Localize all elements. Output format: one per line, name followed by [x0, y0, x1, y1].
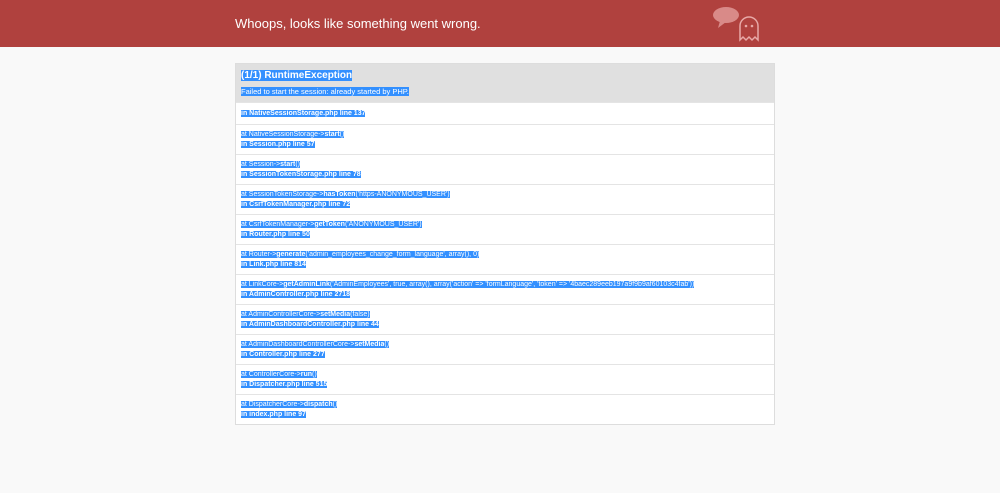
exception-title: (1/1) RuntimeException — [241, 70, 353, 81]
trace-method: hasToken — [323, 191, 356, 198]
trace-method: run — [300, 371, 313, 378]
trace-row: at NativeSessionStorage->start() in Sessi… — [236, 124, 774, 154]
exception-panel: (1/1) RuntimeException Failed to start t… — [235, 63, 775, 425]
trace-args: () — [312, 371, 317, 378]
trace-method: generate — [276, 251, 306, 258]
trace-args: (false) — [350, 311, 370, 318]
trace-class: at DispatcherCore — [241, 401, 298, 408]
error-header: Whoops, looks like something went wrong. — [0, 0, 1000, 47]
trace-row: at AdminControllerCore->setMedia(false) i… — [236, 304, 774, 334]
trace-args: () — [384, 341, 390, 348]
trace-method: start — [324, 131, 340, 138]
trace-args: () — [332, 401, 338, 408]
trace-class: at SessionTokenStorage — [241, 191, 317, 198]
trace-method: getToken — [314, 221, 345, 228]
trace-class: at ControllerCore — [241, 371, 295, 378]
trace-args: ('https-ANONYMOUS_USER') — [355, 191, 450, 198]
trace-class: at AdminDashboardControllerCore — [241, 341, 349, 348]
trace-row: at AdminDashboardControllerCore->setMedi… — [236, 334, 774, 364]
trace-arrow: -> — [294, 371, 301, 378]
trace-class: at CsrfTokenManager — [241, 221, 308, 228]
exception-ghost-logo — [713, 7, 759, 42]
trace-row: at Router->generate('admin_employees_cha… — [236, 244, 774, 274]
trace-class: at Router — [241, 251, 270, 258]
trace-row: in NativeSessionStorage.php line 137 — [236, 102, 774, 124]
trace-arrow: -> — [297, 401, 304, 408]
trace-location: in Session.php line 57 — [241, 141, 315, 148]
trace-location: in Link.php line 814 — [241, 261, 306, 268]
trace-location: in CsrfTokenManager.php line 72 — [241, 201, 351, 208]
trace-class: at LinkCore — [241, 281, 277, 288]
trace-args: ('AdminEmployees', true, array(), array(… — [329, 281, 695, 288]
trace-args: ('ANONYMOUS_USER') — [344, 221, 422, 228]
trace-location: in AdminDashboardController.php line 44 — [241, 321, 379, 328]
trace-row: at CsrfTokenManager->getToken('ANONYMOUS… — [236, 214, 774, 244]
trace-row: at ControllerCore->run() in Dispatcher.ph… — [236, 364, 774, 394]
trace-class: at Session — [241, 161, 274, 168]
trace-row: at LinkCore->getAdminLink('AdminEmployee… — [236, 274, 774, 304]
trace-args: () — [295, 161, 300, 168]
trace-class: at AdminControllerCore — [241, 311, 314, 318]
trace-row: at Session->start() in SessionTokenStorag… — [236, 154, 774, 184]
trace-location: in AdminController.php line 2718 — [241, 291, 351, 298]
exception-message: Failed to start the session: already sta… — [241, 87, 409, 96]
trace-args: () — [339, 131, 345, 138]
trace-location: in Router.php line 50 — [241, 231, 310, 238]
trace-location: in NativeSessionStorage.php line 137 — [241, 110, 366, 117]
exception-summary: (1/1) RuntimeException Failed to start t… — [236, 64, 774, 102]
trace-method: start — [280, 161, 296, 168]
trace-location: in index.php line 97 — [241, 411, 306, 418]
trace-args: ('admin_employees_change_form_language',… — [305, 251, 480, 258]
trace-class: at NativeSessionStorage — [241, 131, 319, 138]
trace-location: in Controller.php line 277 — [241, 351, 325, 358]
trace-method: setMedia — [354, 341, 385, 348]
trace-location: in SessionTokenStorage.php line 78 — [241, 171, 361, 178]
trace-method: getAdminLink — [283, 281, 330, 288]
trace-row: at SessionTokenStorage->hasToken('https-… — [236, 184, 774, 214]
trace-method: dispatch — [303, 401, 333, 408]
trace-method: setMedia — [320, 311, 351, 318]
trace-row: at DispatcherCore->dispatch() in index.ph… — [236, 394, 774, 424]
error-title: Whoops, looks like something went wrong. — [235, 16, 481, 31]
trace-location: in Dispatcher.php line 515 — [241, 381, 328, 388]
